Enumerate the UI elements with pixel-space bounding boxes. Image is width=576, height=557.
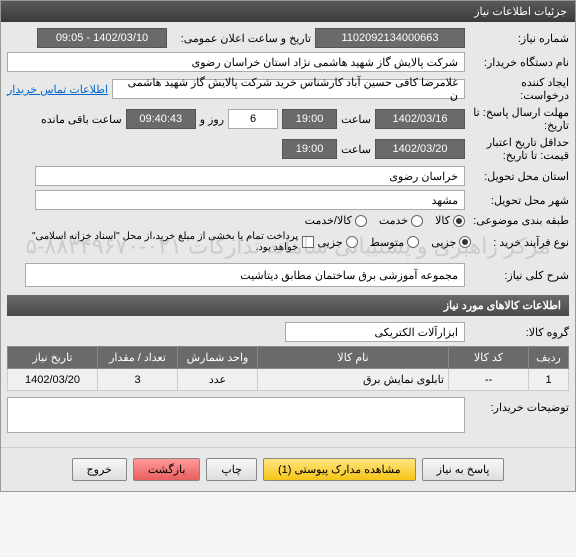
desc-value: مجموعه آموزشی برق ساختمان مطابق دیتاشیت [25,263,465,287]
desc-label: شرح کلی نیاز: [469,269,569,282]
td-qty: 3 [98,369,178,391]
button-bar: پاسخ به نیاز مشاهده مدارک پیوستی (1) چاپ… [1,447,575,491]
td-row: 1 [529,369,569,391]
th-name: نام کالا [258,347,449,369]
requester-value: غلامرضا کافی حسین آباد کارشناس خرید شرکت… [112,79,465,99]
radio-service[interactable] [411,215,423,227]
category-radio-group: کالا خدمت کالا/خدمت [305,214,465,227]
city-value: مشهد [35,190,465,210]
th-qty: تعداد / مقدار [98,347,178,369]
cat-service-label: خدمت [379,214,408,227]
th-unit: واحد شمارش [178,347,258,369]
radio-both[interactable] [355,215,367,227]
th-date: تاریخ نیاز [8,347,98,369]
items-section-header: اطلاعات کالاهای مورد نیاز [7,295,569,316]
window-title: جزئیات اطلاعات نیاز [1,1,575,22]
group-label: گروه کالا: [469,326,569,339]
announce-label: تاریخ و ساعت اعلان عمومی: [171,32,311,45]
td-code: -- [449,369,529,391]
td-name: تابلوی نمایش برق [258,369,449,391]
validity-time: 19:00 [282,139,337,159]
deadline-label: مهلت ارسال پاسخ: تا تاریخ: [469,106,569,132]
province-value: خراسان رضوی [35,166,465,186]
respond-button[interactable]: پاسخ به نیاز [422,458,505,481]
need-no-label: شماره نیاز: [469,32,569,45]
treasury-checkbox[interactable] [302,236,313,248]
need-no-value: 1102092134000663 [315,28,465,48]
time-label-1: ساعت [341,113,371,126]
print-button[interactable]: چاپ [206,458,257,481]
process-radio-group: جزیی متوسط جزیی [318,236,472,249]
group-value: ابزارآلات الکتریکی [285,322,465,342]
radio-minor[interactable] [459,236,471,248]
buyer-label: نام دستگاه خریدار: [469,56,569,69]
payment-note: پرداخت تمام یا بخشی از مبلغ خرید،از محل … [7,231,298,253]
days-label: روز و [200,113,224,126]
td-date: 1402/03/20 [8,369,98,391]
items-table: ردیف کد کالا نام کالا واحد شمارش تعداد /… [7,346,569,391]
buyer-value: شرکت پالایش گاز شهید هاشمی نژاد استان خر… [7,52,465,72]
th-row: ردیف [529,347,569,369]
deadline-time: 19:00 [282,109,337,129]
remaining-label: ساعت باقی مانده [41,113,122,126]
validity-label: حداقل تاریخ اعتبار قیمت: تا تاریخ: [469,136,569,162]
cat-goods-label: کالا [435,214,450,227]
proc-medium-label: متوسط [370,236,405,249]
table-row[interactable]: 1 -- تابلوی نمایش برق عدد 3 1402/03/20 [8,369,569,391]
city-label: شهر محل تحویل: [469,194,569,207]
radio-major[interactable] [346,236,358,248]
proc-minor-label: جزیی [431,236,456,249]
time-label-2: ساعت [341,143,371,156]
exit-button[interactable]: خروج [72,458,127,481]
province-label: استان محل تحویل: [469,170,569,183]
validity-date: 1402/03/20 [375,139,465,159]
back-button[interactable]: بازگشت [133,458,201,481]
remarks-box[interactable] [7,397,465,433]
category-label: طبقه بندی موضوعی: [469,214,569,227]
radio-goods[interactable] [453,215,465,227]
announce-value: 1402/03/10 - 09:05 [37,28,167,48]
cat-both-label: کالا/خدمت [305,214,352,227]
requester-label: ایجاد کننده درخواست: [469,76,569,102]
countdown: 09:40:43 [126,109,196,129]
contact-link[interactable]: اطلاعات تماس خریدار [7,83,108,96]
th-code: کد کالا [449,347,529,369]
deadline-date: 1402/03/16 [375,109,465,129]
radio-medium[interactable] [407,236,419,248]
days-value: 6 [228,109,278,129]
proc-major-label: جزیی [318,236,343,249]
attachments-button[interactable]: مشاهده مدارک پیوستی (1) [263,458,416,481]
process-label: نوع فرآیند خرید : [475,236,569,249]
remarks-label: توضیحات خریدار: [469,397,569,414]
td-unit: عدد [178,369,258,391]
